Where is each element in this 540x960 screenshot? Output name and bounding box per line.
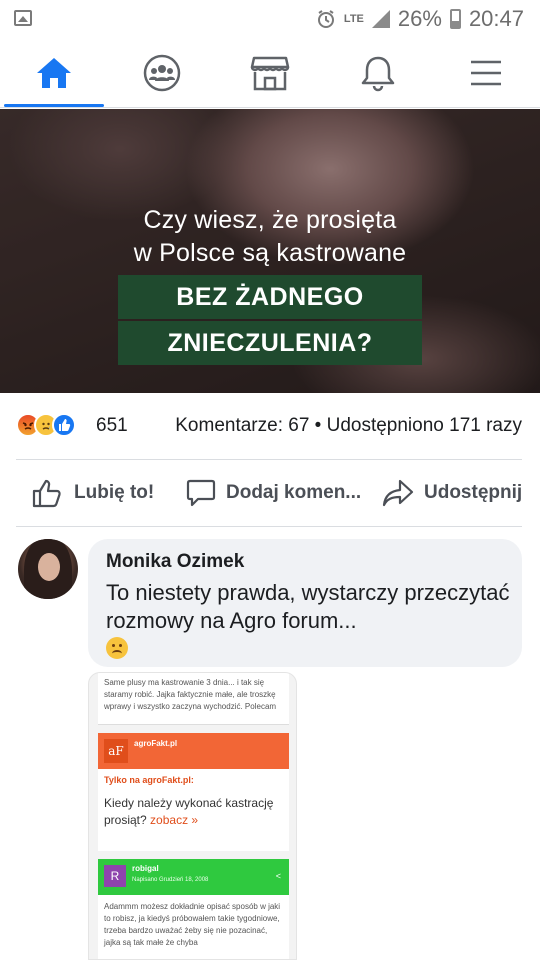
like-button[interactable]: Lubię to!	[32, 460, 154, 526]
divider	[16, 526, 522, 527]
home-icon	[37, 58, 71, 88]
forum-post-date: Napisano Grudzień 18, 2008	[132, 877, 209, 883]
forum-user-avatar: R	[104, 865, 126, 887]
avatar[interactable]	[18, 539, 78, 599]
promo-link: zobacz »	[150, 813, 199, 827]
share-icon: <	[275, 871, 281, 881]
nav-tab-groups[interactable]	[112, 38, 212, 108]
alarm-icon	[317, 10, 334, 28]
status-bar: LTE 26% 20:47	[0, 0, 540, 38]
agrofakt-logo: aF	[104, 739, 128, 763]
nav-tab-marketplace[interactable]	[220, 38, 320, 108]
forum-reply-text: Adammm możesz dokładnie opisać sposób w …	[98, 895, 289, 959]
sad-face-emoji-icon	[106, 637, 128, 659]
signal-icon	[371, 10, 390, 28]
image-text-line1: Czy wiesz, że prosięta	[143, 206, 397, 234]
share-icon	[382, 479, 414, 507]
image-highlight-1: BEZ ŻADNEGO	[118, 275, 422, 319]
nav-tab-menu[interactable]	[436, 38, 536, 108]
forum-user-header: R robigal Napisano Grudzień 18, 2008 <	[98, 859, 289, 895]
marketplace-icon	[250, 56, 290, 91]
gallery-notification-icon	[14, 10, 32, 26]
promo-heading: Tylko na agroFakt.pl:	[104, 775, 194, 785]
groups-icon	[143, 54, 181, 92]
battery-icon	[449, 9, 461, 29]
reaction-icons[interactable]	[16, 413, 92, 437]
status-indicators: LTE 26% 20:47	[316, 6, 524, 32]
forum-post-excerpt: Same plusy ma kastrowanie 3 dnia... i ta…	[98, 673, 289, 725]
comment-text-wrap: To niestety prawda, wystarczy przeczytać…	[106, 579, 516, 663]
agrofakt-banner: aF agroFakt.pl	[98, 733, 289, 769]
network-type: LTE	[343, 13, 364, 25]
like-reaction-icon	[52, 413, 76, 437]
forum-username: robigal	[132, 864, 159, 873]
comment-button[interactable]: Dodaj komen...	[186, 460, 361, 526]
post-image[interactable]: Czy wiesz, że prosięta w Polsce są kastr…	[0, 109, 540, 393]
comment-label: Dodaj komen...	[226, 482, 362, 503]
comment-bubble[interactable]: Monika Ozimek To niestety prawda, wystar…	[88, 539, 522, 667]
battery-percent: 26%	[397, 6, 442, 31]
image-text-line2: w Polsce są kastrowane	[133, 239, 407, 267]
like-label: Lubię to!	[74, 482, 155, 503]
comment-text: To niestety prawda, wystarczy przeczytać…	[106, 580, 510, 633]
active-tab-indicator	[4, 104, 104, 107]
comment-share-stats[interactable]: Komentarze: 67 • Udostępniono 171 razy	[175, 415, 522, 437]
image-highlight-2: ZNIECZULENIA?	[118, 321, 422, 365]
nav-tab-home[interactable]	[4, 38, 104, 108]
thumbs-up-icon	[32, 479, 61, 508]
post-actions: Lubię to! Dodaj komen... Udostępnij	[0, 460, 540, 526]
menu-icon	[471, 60, 501, 86]
bell-icon	[361, 56, 395, 92]
share-button[interactable]: Udostępnij	[382, 460, 522, 526]
clock: 20:47	[468, 6, 524, 31]
agrofakt-brand: agroFakt.pl	[134, 739, 178, 748]
reactions-row: 651 Komentarze: 67 • Udostępniono 171 ra…	[0, 393, 540, 459]
reaction-count[interactable]: 651	[96, 415, 128, 437]
comment-author[interactable]: Monika Ozimek	[106, 551, 244, 573]
promo-question: Kiedy należy wykonać kastrację prosiąt? …	[104, 795, 283, 829]
agrofakt-promo: Tylko na agroFakt.pl: Kiedy należy wykon…	[98, 769, 289, 851]
avatar-face	[38, 553, 60, 581]
nav-tab-notifications[interactable]	[328, 38, 428, 108]
top-nav	[0, 38, 540, 108]
comment-icon	[186, 479, 216, 507]
comment-attachment-image[interactable]: Same plusy ma kastrowanie 3 dnia... i ta…	[88, 672, 297, 960]
share-label: Udostępnij	[424, 482, 523, 503]
